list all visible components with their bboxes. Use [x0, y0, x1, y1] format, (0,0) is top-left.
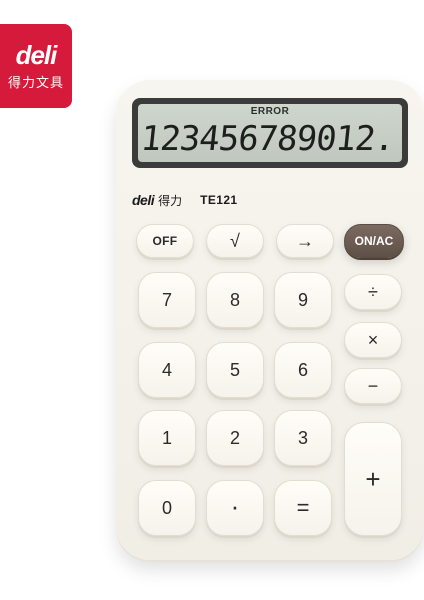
digit-2-label: 2 [229, 428, 240, 448]
digit-6-button[interactable]: 6 [274, 342, 332, 398]
arrow-label: → [296, 231, 314, 251]
display-digits: 123456789012. [138, 119, 397, 159]
equals-button[interactable]: = [274, 480, 332, 536]
deli-brand-badge: deli 得力文具 [0, 24, 72, 108]
multiply-label: × [367, 330, 379, 350]
decimal-point-button[interactable]: · [206, 480, 264, 536]
model-number: TE121 [200, 193, 238, 207]
brand-word: deli [15, 39, 58, 70]
error-indicator: ERROR [250, 106, 290, 117]
lcd-display: ERROR 123456789012. [138, 104, 402, 162]
digit-9-label: 9 [297, 290, 308, 310]
minus-label: − [367, 376, 379, 396]
digit-5-label: 5 [229, 360, 240, 380]
digit-4-button[interactable]: 4 [138, 342, 196, 398]
sqrt-button[interactable]: √ [206, 224, 264, 258]
digit-3-label: 3 [297, 428, 308, 448]
calculator: ERROR 123456789012. deli 得力 TE121 OFF √ … [116, 80, 424, 560]
digit-1-label: 1 [161, 428, 172, 448]
digit-9-button[interactable]: 9 [274, 272, 332, 328]
brand-model-row: deli 得力 TE121 [132, 190, 238, 210]
brand-name: deli [132, 192, 155, 208]
minus-button[interactable]: − [344, 368, 402, 404]
digit-6-label: 6 [297, 360, 308, 380]
digit-8-label: 8 [229, 290, 240, 310]
multiply-button[interactable]: × [344, 322, 402, 358]
digit-4-label: 4 [161, 360, 172, 380]
on-ac-label: ON/AC [354, 234, 394, 248]
arrow-button[interactable]: → [276, 224, 334, 258]
digit-0-label: 0 [161, 498, 172, 518]
equals-label: = [296, 495, 310, 520]
brand-chinese: 得力文具 [7, 74, 64, 90]
digit-2-button[interactable]: 2 [206, 410, 264, 466]
divide-label: ÷ [368, 282, 378, 302]
digit-1-button[interactable]: 1 [138, 410, 196, 466]
digit-7-button[interactable]: 7 [138, 272, 196, 328]
digit-7-label: 7 [161, 290, 172, 310]
on-ac-button[interactable]: ON/AC [344, 224, 404, 258]
divide-button[interactable]: ÷ [344, 274, 402, 310]
off-button[interactable]: OFF [136, 224, 194, 258]
display-frame: ERROR 123456789012. [132, 98, 408, 168]
plus-label: + [365, 464, 381, 494]
digit-0-button[interactable]: 0 [138, 480, 196, 536]
off-label: OFF [152, 234, 178, 248]
digit-5-button[interactable]: 5 [206, 342, 264, 398]
decimal-point-label: · [230, 491, 240, 521]
digit-8-button[interactable]: 8 [206, 272, 264, 328]
digit-3-button[interactable]: 3 [274, 410, 332, 466]
plus-button[interactable]: + [344, 422, 402, 536]
sqrt-label: √ [230, 231, 240, 251]
brand-chinese-small: 得力 [158, 193, 183, 208]
